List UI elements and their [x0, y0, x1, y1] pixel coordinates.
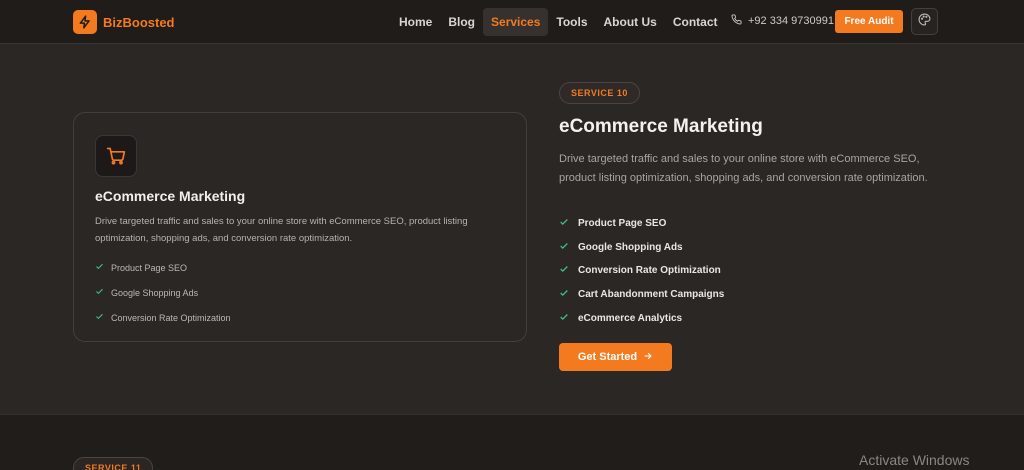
nav-blog[interactable]: Blog [440, 8, 483, 36]
check-icon [95, 312, 104, 323]
list-item: Product Page SEO [559, 212, 724, 236]
feature-label: Google Shopping Ads [111, 287, 199, 298]
check-icon [559, 217, 569, 230]
windows-activation-watermark: Activate Windows [859, 452, 970, 468]
list-item: Conversion Rate Optimization [95, 305, 231, 330]
check-icon [559, 264, 569, 277]
arrow-right-icon [643, 351, 653, 364]
list-item: eCommerce Analytics [559, 306, 724, 330]
nav-contact[interactable]: Contact [665, 8, 726, 36]
nav-about-us[interactable]: About Us [596, 8, 665, 36]
feature-label: Product Page SEO [578, 218, 667, 230]
card-feature-list: Product Page SEO Google Shopping Ads Con… [95, 255, 231, 330]
nav-tools[interactable]: Tools [548, 8, 595, 36]
phone-icon [731, 14, 742, 28]
service-title: eCommerce Marketing [559, 116, 763, 137]
check-icon [95, 262, 104, 273]
feature-label: Product Page SEO [111, 262, 188, 273]
feature-label: Google Shopping Ads [578, 241, 683, 253]
nav-home[interactable]: Home [391, 8, 440, 36]
get-started-label: Get Started [577, 351, 638, 363]
theme-toggle-button[interactable] [911, 8, 938, 35]
top-navbar: BizBoosted Home Blog Services Tools Abou… [0, 0, 1024, 44]
service-feature-list: Product Page SEO Google Shopping Ads Con… [559, 212, 724, 330]
next-service-badge: SERVICE 11 [73, 457, 154, 470]
brand-name: BizBoosted [103, 14, 175, 30]
phone-link[interactable]: +92 334 9730991 [731, 14, 834, 28]
check-icon [559, 312, 569, 325]
check-icon [95, 287, 104, 298]
palette-icon [918, 13, 931, 31]
phone-number: +92 334 9730991 [748, 15, 834, 27]
feature-label: eCommerce Analytics [578, 312, 683, 324]
service-description: Drive targeted traffic and sales to your… [559, 153, 928, 184]
feature-label: Conversion Rate Optimization [111, 312, 231, 323]
list-item: Cart Abandonment Campaigns [559, 283, 724, 307]
card-description: Drive targeted traffic and sales to your… [95, 216, 468, 244]
service-number-badge: SERVICE 10 [559, 82, 640, 104]
list-item: Google Shopping Ads [95, 280, 231, 305]
feature-label: Conversion Rate Optimization [578, 265, 721, 277]
check-icon [559, 288, 569, 301]
main-nav: Home Blog Services Tools About Us Contac… [391, 8, 726, 36]
get-started-button[interactable]: Get Started [559, 343, 672, 371]
nav-services[interactable]: Services [483, 8, 549, 36]
shopping-cart-icon [95, 135, 137, 177]
free-audit-button[interactable]: Free Audit [835, 10, 903, 33]
list-item: Conversion Rate Optimization [559, 259, 724, 283]
list-item: Product Page SEO [95, 255, 231, 280]
list-item: Google Shopping Ads [559, 236, 724, 260]
brand-logo[interactable]: BizBoosted [73, 10, 175, 34]
feature-label: Cart Abandonment Campaigns [578, 289, 725, 301]
card-title: eCommerce Marketing [95, 188, 246, 204]
service-card: eCommerce Marketing Drive targeted traff… [73, 112, 527, 342]
lightning-icon [73, 10, 97, 34]
check-icon [559, 241, 569, 254]
